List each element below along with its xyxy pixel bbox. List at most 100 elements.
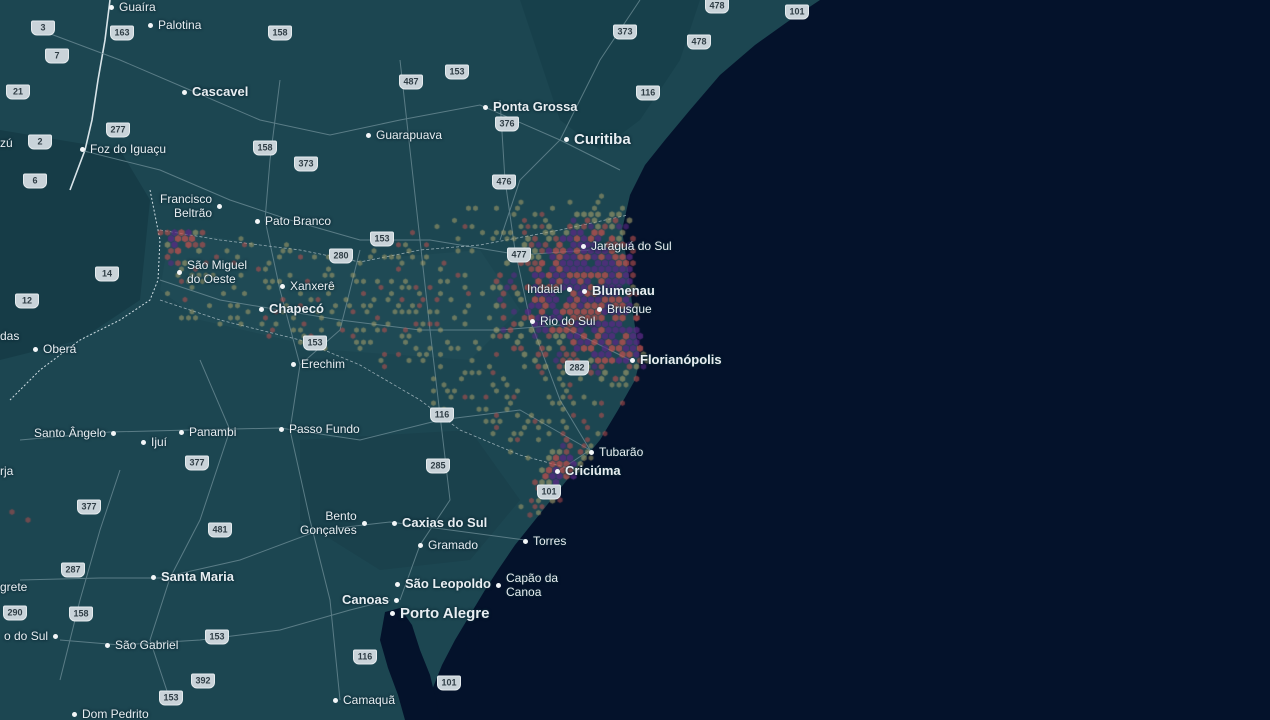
city-camaqua[interactable]: Camaquã xyxy=(333,693,395,707)
city-dot xyxy=(361,520,367,526)
highway-shield: 478 xyxy=(705,0,729,14)
highway-shield: 3 xyxy=(31,20,55,36)
city-dot xyxy=(259,306,264,312)
city-label: São Miguel do Oeste xyxy=(187,258,248,286)
city-dot xyxy=(630,357,635,363)
highway-shield: 101 xyxy=(437,675,461,691)
city-label: Guaíra xyxy=(119,0,156,14)
city-partial-o-do-sul[interactable]: o do Sul xyxy=(4,629,59,643)
city-label: o do Sul xyxy=(4,629,49,643)
city-xanxere[interactable]: Xanxerê xyxy=(280,279,335,293)
city-pato-branco[interactable]: Pato Branco xyxy=(255,214,331,228)
city-passo-fundo[interactable]: Passo Fundo xyxy=(279,422,360,436)
city-dot xyxy=(182,89,187,95)
city-torres[interactable]: Torres xyxy=(523,534,566,548)
city-brusque[interactable]: Brusque xyxy=(597,302,652,316)
city-label: Francisco Beltrão xyxy=(160,192,213,220)
city-dot xyxy=(582,288,587,294)
highway-shield: 101 xyxy=(537,484,561,500)
city-partial-zu[interactable]: zú xyxy=(0,136,13,150)
city-guarapuava[interactable]: Guarapuava xyxy=(366,128,442,142)
city-label: Porto Alegre xyxy=(400,605,490,622)
city-erechim[interactable]: Erechim xyxy=(291,357,345,371)
city-dot xyxy=(390,611,395,616)
highway-shield: 153 xyxy=(303,335,327,351)
city-dot xyxy=(523,538,528,544)
city-panambi[interactable]: Panambi xyxy=(179,425,236,439)
highway-shield: 487 xyxy=(399,74,423,90)
highway-shield: 285 xyxy=(426,458,450,474)
highway-shield: 163 xyxy=(110,25,134,41)
city-jaragua-do-sul[interactable]: Jaraguá do Sul xyxy=(581,239,672,253)
city-dot xyxy=(148,22,153,28)
highway-shield: 287 xyxy=(61,562,85,578)
city-chapeco[interactable]: Chapecó xyxy=(259,302,324,316)
highway-shield: 153 xyxy=(205,629,229,645)
city-label: Camaquã xyxy=(343,693,396,707)
city-dot xyxy=(279,426,284,432)
city-dot xyxy=(177,269,182,275)
city-dot xyxy=(179,429,184,435)
city-dot xyxy=(597,306,602,312)
city-obera[interactable]: Oberá xyxy=(33,342,76,356)
city-dot xyxy=(418,542,423,548)
city-partial-grete[interactable]: grete xyxy=(0,580,27,594)
city-dot xyxy=(255,218,260,224)
city-florianopolis[interactable]: Florianópolis xyxy=(630,353,722,367)
highway-shield: 6 xyxy=(23,173,47,189)
city-dot xyxy=(217,203,223,209)
city-label: Jaraguá do Sul xyxy=(591,239,672,253)
highway-shield: 116 xyxy=(353,649,377,665)
city-santo-angelo[interactable]: Santo Ângelo xyxy=(34,426,117,440)
city-dom-pedrito[interactable]: Dom Pedrito xyxy=(72,707,149,720)
city-blumenau[interactable]: Blumenau xyxy=(582,284,655,298)
highway-shield: 116 xyxy=(430,407,454,423)
city-porto-alegre[interactable]: Porto Alegre xyxy=(390,605,489,622)
city-label: Torres xyxy=(533,534,567,548)
city-partial-rja[interactable]: rja xyxy=(0,464,13,478)
highway-shield: 158 xyxy=(253,140,277,156)
city-curitiba[interactable]: Curitiba xyxy=(564,131,631,148)
city-sao-leopoldo[interactable]: São Leopoldo xyxy=(395,577,491,591)
highway-shield: 101 xyxy=(785,4,809,20)
city-dot xyxy=(393,597,399,603)
city-dot xyxy=(72,711,77,717)
city-palotina[interactable]: Palotina xyxy=(148,18,201,32)
city-partial-das[interactable]: das xyxy=(0,329,19,343)
city-label: Oberá xyxy=(43,342,77,356)
city-ponta-grossa[interactable]: Ponta Grossa xyxy=(483,100,578,114)
city-cascavel[interactable]: Cascavel xyxy=(182,85,248,99)
map-view[interactable]: Guaíra Palotina Cascavel Ponta Grossa Cu… xyxy=(0,0,1270,720)
city-foz-do-iguacu[interactable]: Foz do Iguaçu xyxy=(80,142,166,156)
city-francisco-beltrao[interactable]: Francisco Beltrão xyxy=(160,192,223,220)
city-label: Ijuí xyxy=(151,435,168,449)
city-dot xyxy=(392,520,397,526)
city-criciuma[interactable]: Criciúma xyxy=(555,464,621,478)
city-capao-da-canoa[interactable]: Capão da Canoa xyxy=(496,571,558,599)
city-dot xyxy=(33,346,38,352)
city-rio-do-sul[interactable]: Rio do Sul xyxy=(530,314,595,328)
city-guaira[interactable]: Guaíra xyxy=(109,0,156,14)
city-label: Gramado xyxy=(428,538,479,552)
city-label: São Leopoldo xyxy=(405,576,491,591)
highway-shield: 116 xyxy=(636,85,660,101)
city-label: Rio do Sul xyxy=(540,314,596,328)
city-label: grete xyxy=(0,580,28,594)
city-label: Blumenau xyxy=(592,283,655,298)
highway-shield: 7 xyxy=(45,48,69,64)
highway-shield: 373 xyxy=(294,156,318,172)
city-ijui[interactable]: Ijuí xyxy=(141,435,167,449)
city-sao-gabriel[interactable]: São Gabriel xyxy=(105,638,178,652)
city-bento-goncalves[interactable]: Bento Gonçalves xyxy=(300,509,367,537)
city-label: São Gabriel xyxy=(115,638,179,652)
city-santa-maria[interactable]: Santa Maria xyxy=(151,570,234,584)
city-label: Santo Ângelo xyxy=(34,426,107,440)
city-indaial[interactable]: Indaial xyxy=(527,282,573,296)
city-caxias-do-sul[interactable]: Caxias do Sul xyxy=(392,516,487,530)
city-dot xyxy=(395,581,400,587)
highway-shield: 21 xyxy=(6,84,30,100)
city-sao-miguel-do-oeste[interactable]: São Miguel do Oeste xyxy=(177,258,247,286)
city-gramado[interactable]: Gramado xyxy=(418,538,478,552)
city-tubarao[interactable]: Tubarão xyxy=(589,445,643,459)
highway-shield: 280 xyxy=(329,248,353,264)
